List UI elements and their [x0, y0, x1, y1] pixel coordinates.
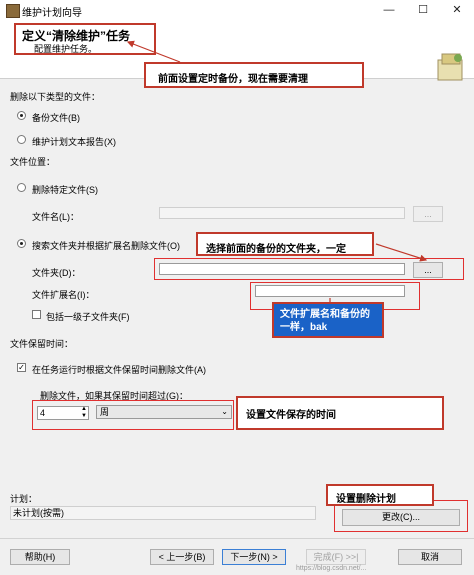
header-title-callout: 定义“清除维护”任务 配置维护任务。: [14, 23, 156, 55]
help-button[interactable]: 帮助(H): [10, 549, 70, 565]
file-name-browse-button[interactable]: ...: [413, 206, 443, 222]
title-bar: 维护计划向导 — ☐ ✕: [0, 0, 474, 21]
maximize-button[interactable]: ☐: [406, 0, 440, 20]
chevron-down-icon: ⌄: [221, 407, 228, 416]
file-name-label: 文件名(L)：: [32, 212, 79, 222]
age-number-value: 4: [40, 408, 46, 418]
page-subtitle: 配置维护任务。: [34, 44, 98, 54]
search-folder-label[interactable]: 搜索文件夹并根据扩展名删除文件(O): [32, 239, 180, 252]
top-note-text: 前面设置定时备份，现在需要清理: [158, 74, 308, 85]
include-subfolders-checkbox[interactable]: [32, 310, 41, 319]
wizard-graphic-icon: [437, 53, 463, 81]
file-name-input[interactable]: [159, 207, 405, 219]
window-title: 维护计划向导: [22, 8, 82, 19]
cancel-button[interactable]: 取消: [398, 549, 462, 565]
extension-label: 文件扩展名(I)：: [32, 290, 95, 300]
delete-specific-radio[interactable]: [17, 183, 26, 192]
watermark: https://blog.csdn.net/...: [296, 565, 367, 572]
app-icon: [6, 4, 20, 18]
back-button[interactable]: < 上一步(B): [150, 549, 214, 565]
folder-label: 文件夹(D)：: [32, 268, 81, 278]
schedule-note-callout: 设置删除计划: [326, 484, 434, 506]
backup-files-radio[interactable]: [17, 111, 26, 120]
next-button[interactable]: 下一步(N) >: [222, 549, 286, 565]
age-unit-value: 周: [100, 407, 110, 417]
schedule-note-text: 设置删除计划: [336, 494, 396, 505]
delete-by-age-label[interactable]: 在任务运行时根据文件保留时间删除文件(A): [32, 363, 206, 376]
extension-note-text: 文件扩展名和备份的一样，bak: [280, 309, 370, 333]
folder-input[interactable]: [159, 263, 405, 275]
top-note-callout: 前面设置定时备份，现在需要清理: [144, 62, 364, 88]
folder-note-text: 选择前面的备份的文件夹，一定: [206, 244, 346, 255]
age-number-input[interactable]: 4 ▲ ▼: [37, 406, 89, 420]
backup-files-label[interactable]: 备份文件(B): [32, 111, 80, 124]
delete-specific-label[interactable]: 删除特定文件(S): [32, 183, 98, 196]
schedule-label: 计划：: [10, 494, 38, 504]
delete-by-age-checkbox[interactable]: ✓: [17, 363, 26, 372]
spinner-arrows-icon[interactable]: ▲ ▼: [81, 406, 87, 420]
folder-note-callout: 选择前面的备份的文件夹，一定: [196, 232, 374, 256]
schedule-value-field: 未计划(按需): [10, 506, 316, 520]
retention-note-callout: 设置文件保存的时间: [236, 396, 444, 430]
folder-browse-button[interactable]: ...: [413, 262, 443, 278]
report-files-radio[interactable]: [17, 135, 26, 144]
retention-note-text: 设置文件保存的时间: [246, 410, 336, 421]
change-schedule-button[interactable]: 更改(C)...: [342, 509, 460, 526]
finish-button[interactable]: 完成(F) >>|: [306, 549, 366, 565]
include-subfolders-label[interactable]: 包括一级子文件夹(F): [46, 310, 130, 323]
file-age-label: 文件保留时间：: [10, 339, 74, 349]
schedule-value: 未计划(按需): [13, 508, 64, 518]
delete-type-label: 删除以下类型的文件：: [10, 92, 101, 102]
file-location-label: 文件位置：: [10, 157, 56, 167]
footer-separator: [0, 538, 474, 539]
extension-note-callout: 文件扩展名和备份的一样，bak: [272, 302, 384, 338]
search-folder-radio[interactable]: [17, 239, 26, 248]
close-button[interactable]: ✕: [440, 0, 474, 20]
extension-input[interactable]: [255, 285, 405, 297]
age-unit-select[interactable]: 周 ⌄: [96, 405, 232, 419]
minimize-button[interactable]: —: [372, 0, 406, 20]
report-files-label[interactable]: 维护计划文本报告(X): [32, 135, 116, 148]
